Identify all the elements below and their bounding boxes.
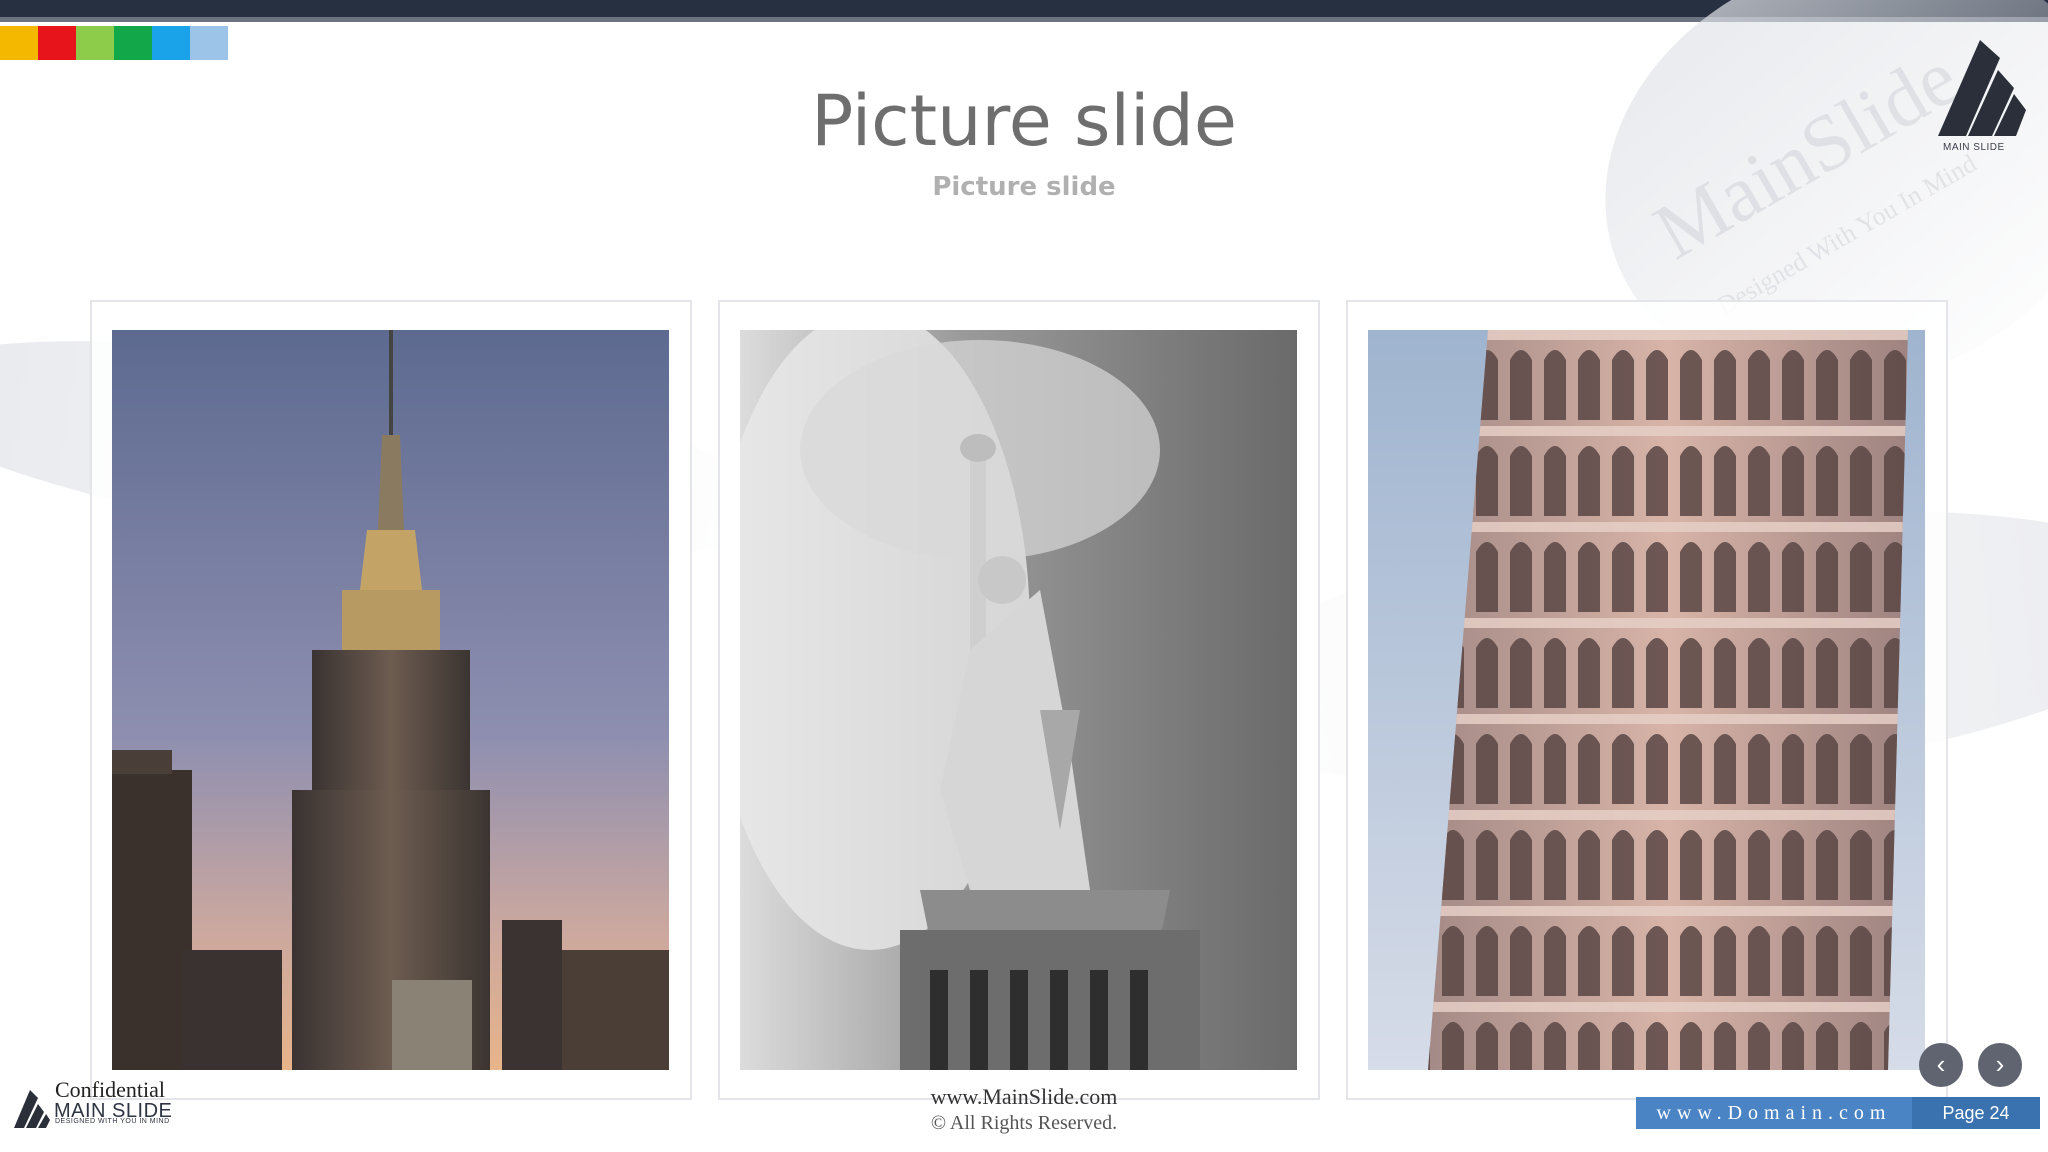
brand-tagline: DESIGNED WITH YOU IN MIND xyxy=(55,1118,170,1125)
skyscraper-photo-icon xyxy=(112,330,669,1070)
tower-photo-icon xyxy=(1368,330,1925,1070)
prev-slide-button[interactable]: ‹ xyxy=(1919,1043,1963,1087)
statue-of-liberty-photo xyxy=(740,330,1297,1070)
domain-label[interactable]: www.Domain.com xyxy=(1636,1097,1912,1129)
color-stripe xyxy=(76,26,114,60)
next-slide-button[interactable]: › xyxy=(1978,1043,2022,1087)
color-stripe xyxy=(38,26,76,60)
color-stripe xyxy=(190,26,228,60)
color-stripes xyxy=(0,26,228,60)
page-number: Page 24 xyxy=(1912,1097,2040,1129)
pisa-tower-photo xyxy=(1368,330,1925,1070)
slide-subtitle: Picture slide xyxy=(932,172,1116,202)
top-accent-line xyxy=(0,17,2048,22)
mainslide-small-logo-icon xyxy=(14,1090,50,1128)
statue-photo-icon xyxy=(740,330,1297,1070)
color-stripe xyxy=(152,26,190,60)
empire-state-photo xyxy=(112,330,669,1070)
slide-title: Picture slide xyxy=(811,80,1237,162)
color-stripe xyxy=(114,26,152,60)
color-stripe xyxy=(0,26,38,60)
